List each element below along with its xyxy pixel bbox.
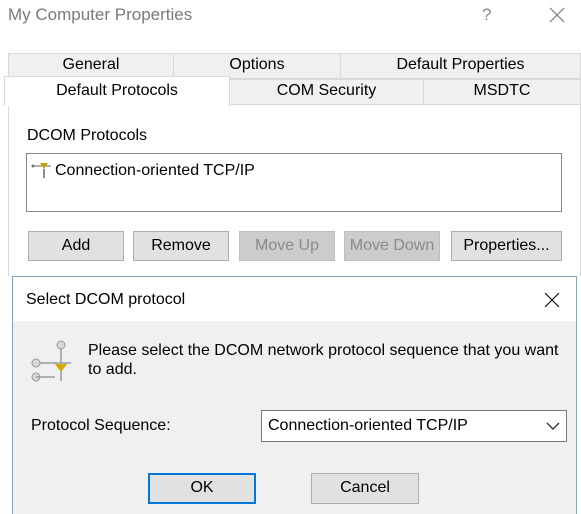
help-button[interactable]: ? xyxy=(482,4,491,26)
select-protocol-dialog: Select DCOM protocol Please select the D… xyxy=(12,276,577,514)
sequence-label: Protocol Sequence: xyxy=(31,417,171,434)
tab-msdtc[interactable]: MSDTC xyxy=(423,79,581,105)
list-item-label: Connection-oriented TCP/IP xyxy=(55,162,255,179)
network-protocol-icon xyxy=(31,163,51,178)
cancel-button[interactable]: Cancel xyxy=(311,473,419,504)
dialog-title: Select DCOM protocol xyxy=(26,291,186,308)
network-protocol-icon xyxy=(31,340,71,382)
protocol-sequence-select[interactable]: Connection-oriented TCP/IP xyxy=(261,410,567,442)
window-title: My Computer Properties xyxy=(8,5,193,24)
move-up-button[interactable]: Move Up xyxy=(239,231,335,261)
close-button[interactable] xyxy=(547,4,567,26)
move-down-button[interactable]: Move Down xyxy=(344,231,440,261)
tab-default-properties[interactable]: Default Properties xyxy=(340,53,581,79)
dialog-close-button[interactable] xyxy=(541,289,563,311)
properties-button[interactable]: Properties... xyxy=(451,231,562,261)
protocols-list[interactable]: Connection-oriented TCP/IP xyxy=(26,153,562,212)
tab-com-security[interactable]: COM Security xyxy=(229,79,424,105)
chevron-down-icon xyxy=(546,422,560,430)
select-value: Connection-oriented TCP/IP xyxy=(268,417,468,434)
close-icon xyxy=(544,292,560,308)
add-button[interactable]: Add xyxy=(28,231,124,261)
dialog-message: Please select the DCOM network protocol … xyxy=(88,342,559,378)
tab-default-protocols[interactable]: Default Protocols xyxy=(4,76,230,106)
dialog-titlebar: Select DCOM protocol xyxy=(13,277,576,321)
protocols-label: DCOM Protocols xyxy=(27,127,148,144)
ok-button[interactable]: OK xyxy=(148,473,256,504)
close-icon xyxy=(549,7,565,23)
remove-button[interactable]: Remove xyxy=(133,231,229,261)
